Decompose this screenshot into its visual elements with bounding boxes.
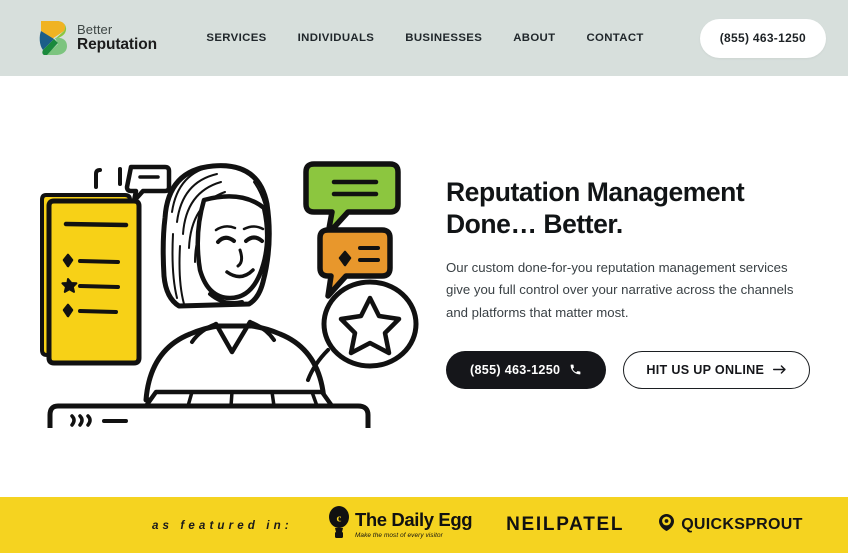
quicksprout-wordmark: QUICKSPROUT bbox=[681, 516, 803, 533]
daily-egg-name: The Daily Egg bbox=[355, 509, 473, 531]
as-featured-in-label: as featured in: bbox=[152, 518, 293, 532]
as-featured-in-bar: as featured in: c The Daily Egg Make the… bbox=[0, 497, 848, 553]
nav-item-contact[interactable]: CONTACT bbox=[586, 32, 643, 44]
main-navigation: SERVICES INDIVIDUALS BUSINESSES ABOUT CO… bbox=[206, 18, 826, 58]
daily-egg-tagline: Make the most of every visitor bbox=[355, 531, 443, 539]
hero-subcopy: Our custom done-for-you reputation manag… bbox=[446, 259, 794, 321]
hero-copy: Reputation Management Done… Better. Our … bbox=[446, 176, 818, 389]
header-phone-button[interactable]: (855) 463-1250 bbox=[699, 18, 826, 58]
hit-us-up-online-label: HIT US UP ONLINE bbox=[646, 362, 765, 377]
featured-logo-row: c The Daily Egg Make the most of every v… bbox=[328, 505, 803, 545]
daily-egg-balloon-icon: c bbox=[328, 505, 350, 545]
brand-line-2: Reputation bbox=[77, 36, 157, 54]
better-reputation-logo-icon bbox=[38, 19, 68, 57]
headline-line-2: Done… Better. bbox=[446, 209, 623, 240]
nav-item-individuals[interactable]: INDIVIDUALS bbox=[298, 32, 375, 44]
logo-the-daily-egg[interactable]: c The Daily Egg Make the most of every v… bbox=[328, 505, 473, 545]
nav-item-businesses[interactable]: BUSINESSES bbox=[405, 32, 482, 44]
woman-with-reviews-illustration bbox=[28, 138, 420, 449]
phone-icon bbox=[569, 363, 582, 376]
headline-line-1: Reputation Management bbox=[446, 177, 745, 207]
arrow-right-icon bbox=[773, 364, 787, 375]
hit-us-up-online-button[interactable]: HIT US UP ONLINE bbox=[623, 350, 811, 389]
brand-line-1: Better bbox=[77, 22, 113, 38]
quicksprout-pin-icon bbox=[658, 513, 675, 537]
svg-text:c: c bbox=[337, 512, 342, 524]
nav-item-services[interactable]: SERVICES bbox=[206, 32, 266, 44]
logo-neilpatel[interactable]: NEILPATEL bbox=[506, 514, 624, 536]
hero-section: Reputation Management Done… Better. Our … bbox=[0, 76, 848, 491]
nav-item-about[interactable]: ABOUT bbox=[513, 32, 555, 44]
call-phone-button-label: (855) 463-1250 bbox=[470, 362, 561, 377]
site-header: Better Reputation SERVICES INDIVIDUALS B… bbox=[0, 0, 848, 76]
daily-egg-wordmark: The Daily Egg Make the most of every vis… bbox=[355, 509, 473, 539]
brand-logo[interactable]: Better Reputation bbox=[38, 19, 157, 57]
logo-quicksprout[interactable]: QUICKSPROUT bbox=[658, 513, 803, 537]
call-phone-button[interactable]: (855) 463-1250 bbox=[446, 350, 607, 389]
landing-page: Better Reputation SERVICES INDIVIDUALS B… bbox=[0, 0, 848, 553]
hero-cta-row: (855) 463-1250 HIT US UP ONLINE bbox=[446, 350, 818, 389]
page-title: Reputation Management Done… Better. bbox=[446, 176, 818, 241]
brand-wordmark: Better Reputation bbox=[77, 22, 157, 54]
